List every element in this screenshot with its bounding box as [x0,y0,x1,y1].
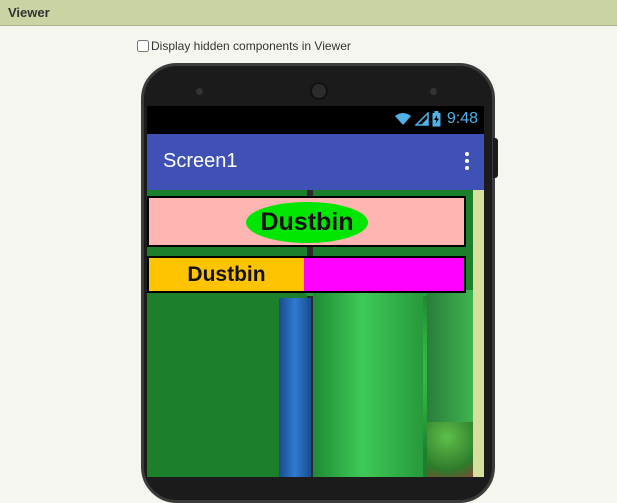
horizontal-arrangement-2: Dustbin [147,256,466,293]
display-hidden-components-checkbox[interactable] [137,40,149,52]
viewer-title: Viewer [8,5,50,20]
side-bin [427,290,473,440]
dustbin-oval-button[interactable]: Dustbin [246,202,368,243]
viewer-header: Viewer [0,0,617,26]
horizontal-arrangement-1: Dustbin [147,196,466,247]
side-button [493,138,498,178]
front-camera [430,88,437,95]
battery-icon [432,111,441,127]
app-bar: Screen1 [147,134,484,190]
display-hidden-components-option[interactable]: Display hidden components in Viewer [137,39,351,53]
green-bin [313,286,423,477]
status-time: 9:48 [446,110,478,127]
earpiece-speaker [310,82,328,100]
phone-screen: 9:48 Screen1 Dustbin Dustbin [147,106,484,477]
dustbin-label: Dustbin [149,258,304,291]
status-bar: 9:48 [147,106,484,134]
magenta-block [304,258,464,291]
blue-bin [279,298,311,477]
background-image: Dustbin Dustbin [147,190,473,477]
display-hidden-components-label: Display hidden components in Viewer [151,39,351,53]
front-sensor [196,88,203,95]
plant [427,422,473,477]
signal-icon [414,112,429,126]
overflow-menu-icon[interactable] [464,152,470,170]
wifi-icon [394,113,411,125]
screen-title: Screen1 [163,150,238,172]
